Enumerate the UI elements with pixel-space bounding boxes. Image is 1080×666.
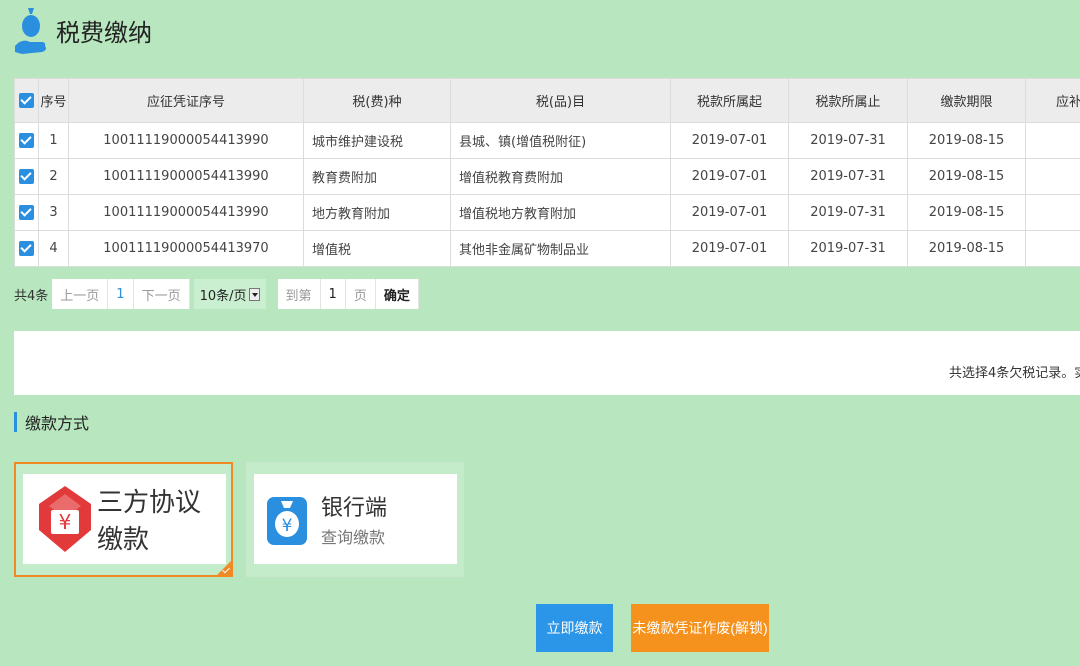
table-row: 1 10011119000054413990 城市维护建设税 县城、镇(增值税附… [14,122,1080,159]
column-header-refund: 应补退 [1025,78,1080,123]
column-header-start: 税款所属起 [670,78,789,123]
payment-option-tripartite-label: 三方协议缴款 [97,488,202,555]
row-voucher: 10011119000054413990 [68,158,304,195]
page-size-select[interactable]: 10条/页 [193,279,266,309]
payment-option-tripartite-inner: ¥ 三方协议缴款 [23,474,226,564]
page-title: 税费缴纳 [56,18,152,47]
row-tax-item: 县城、镇(增值税附征) [450,122,671,159]
column-header-voucher: 应征凭证序号 [68,78,304,123]
table-row: 2 10011119000054413990 教育费附加 增值税教育费附加 20… [14,158,1080,195]
svg-text:¥: ¥ [282,516,293,536]
row-checkbox[interactable] [14,230,39,267]
row-deadline: 2019-08-15 [907,230,1026,267]
next-page-button[interactable]: 下一页 [133,279,190,309]
row-tax-type: 城市维护建设税 [303,122,451,159]
payment-option-bank-inner: ¥ 银行端 查询缴款 [254,474,457,564]
total-count: 共4条 [14,288,49,304]
row-start: 2019-07-01 [670,158,789,195]
page-header: 税费缴纳 [14,4,152,56]
row-refund [1025,122,1080,159]
row-checkbox[interactable] [14,122,39,159]
tax-table: 序号 应征凭证序号 税(费)种 税(品)目 税款所属起 税款所属止 缴款期限 应… [14,78,1080,267]
pay-now-button[interactable]: 立即缴款 [536,604,613,652]
row-tax-item: 其他非金属矿物制品业 [450,230,671,267]
goto-label: 到第 [277,279,321,309]
row-voucher: 10011119000054413990 [68,122,304,159]
column-header-tax-item: 税(品)目 [450,78,671,123]
checkbox-check-icon [19,205,34,220]
section-accent-bar [14,412,17,432]
row-tax-item: 增值税教育费附加 [450,158,671,195]
row-start: 2019-07-01 [670,230,789,267]
summary-bar: 共选择4条欠税记录。实缴金额 [14,331,1080,395]
blue-money-bag-icon: ¥ [265,491,311,547]
checkbox-check-icon [19,133,34,148]
row-voucher: 10011119000054413990 [68,194,304,231]
row-index: 1 [38,122,69,159]
row-refund [1025,158,1080,195]
page-unit-label: 页 [345,279,376,309]
payment-option-bank-subtitle: 查询缴款 [321,528,386,547]
checkbox-check-icon [19,93,34,108]
row-tax-type: 地方教育附加 [303,194,451,231]
column-header-index: 序号 [38,78,69,123]
row-deadline: 2019-08-15 [907,194,1026,231]
row-refund [1025,194,1080,231]
red-seal-yuan-icon: ¥ [37,484,93,554]
row-index: 2 [38,158,69,195]
column-header-tax-type: 税(费)种 [303,78,451,123]
checkbox-check-icon [19,169,34,184]
row-end: 2019-07-31 [788,158,908,195]
column-header-end: 税款所属止 [788,78,908,123]
hand-money-bag-icon [14,6,48,54]
row-tax-type: 教育费附加 [303,158,451,195]
select-all-checkbox[interactable] [14,78,39,123]
payment-option-bank[interactable]: ¥ 银行端 查询缴款 [246,462,464,577]
row-deadline: 2019-08-15 [907,122,1026,159]
table-row: 4 10011119000054413970 增值税 其他非金属矿物制品业 20… [14,230,1080,267]
row-index: 3 [38,194,69,231]
section-title-text: 缴款方式 [25,414,90,433]
row-checkbox[interactable] [14,158,39,195]
row-start: 2019-07-01 [670,122,789,159]
payment-section-title: 缴款方式 [14,411,89,433]
page-number[interactable]: 1 [108,279,134,309]
row-deadline: 2019-08-15 [907,158,1026,195]
row-end: 2019-07-31 [788,194,908,231]
row-refund [1025,230,1080,267]
void-voucher-button[interactable]: 未缴款凭证作废(解锁) [631,604,769,652]
goto-confirm-button[interactable]: 确定 [375,279,419,309]
row-index: 4 [38,230,69,267]
pagination: 共4条 上一页 1 下一页 10条/页 到第 1 页 确定 [14,279,419,309]
payment-option-bank-title: 银行端 [321,496,388,521]
chevron-down-icon [248,287,260,301]
row-end: 2019-07-31 [788,122,908,159]
svg-text:¥: ¥ [59,510,72,534]
goto-page-input[interactable]: 1 [320,279,346,309]
payment-option-tripartite[interactable]: ¥ 三方协议缴款 [14,462,233,577]
page-size-value: 10条/页 [199,288,247,304]
prev-page-button[interactable]: 上一页 [52,279,109,309]
checkbox-check-icon [19,241,34,256]
row-tax-item: 增值税地方教育附加 [450,194,671,231]
row-checkbox[interactable] [14,194,39,231]
row-voucher: 10011119000054413970 [68,230,304,267]
row-tax-type: 增值税 [303,230,451,267]
payment-option-bank-text: 银行端 查询缴款 [321,490,387,548]
column-header-deadline: 缴款期限 [907,78,1026,123]
row-end: 2019-07-31 [788,230,908,267]
table-header-row: 序号 应征凭证序号 税(费)种 税(品)目 税款所属起 税款所属止 缴款期限 应… [14,78,1080,123]
table-row: 3 10011119000054413990 地方教育附加 增值税地方教育附加 … [14,194,1080,231]
summary-text: 共选择4条欠税记录。实缴金额 [949,366,1080,381]
row-start: 2019-07-01 [670,194,789,231]
